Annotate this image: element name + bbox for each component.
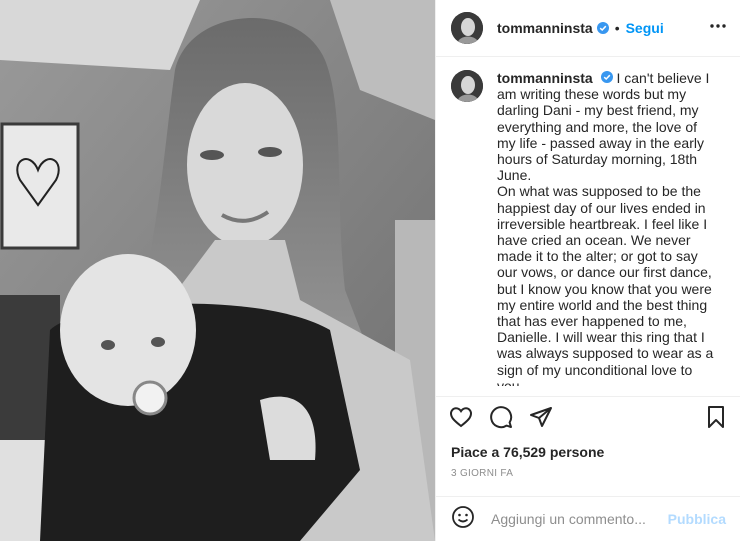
post-photo[interactable] [0,0,435,541]
heart-icon[interactable] [448,404,474,430]
publish-button[interactable]: Pubblica [668,511,726,527]
separator-dot: • [614,20,620,36]
action-bar [436,396,740,436]
caption-body: I can't believe I am writing these words… [497,70,714,386]
post-side-panel: tommanninsta • Segui tommanninsta I can'… [435,0,740,541]
verified-badge-icon [596,22,609,34]
post-timestamp[interactable]: 3 GIORNI FA [451,468,513,479]
post-header: tommanninsta • Segui [436,0,740,57]
avatar[interactable] [451,12,483,44]
bookmark-icon[interactable] [703,404,729,430]
caption-avatar[interactable] [451,70,483,102]
smiley-icon[interactable] [451,505,475,534]
username-link[interactable]: tommanninsta [497,20,593,36]
comment-box: Pubblica [436,496,740,541]
paper-plane-icon[interactable] [528,404,554,430]
follow-button[interactable]: Segui [626,20,664,36]
verified-badge-icon [600,71,613,83]
comment-icon[interactable] [488,404,514,430]
more-options-icon[interactable] [708,16,728,41]
caption-text-block: tommanninsta I can't believe I am writin… [497,70,715,386]
photo-illustration [0,0,435,541]
likes-count[interactable]: Piace a 76,529 persone [451,444,604,460]
caption-username[interactable]: tommanninsta [497,70,593,86]
instagram-post: tommanninsta • Segui tommanninsta I can'… [0,0,740,541]
comment-input[interactable] [489,510,663,528]
caption: tommanninsta I can't believe I am writin… [436,56,740,386]
